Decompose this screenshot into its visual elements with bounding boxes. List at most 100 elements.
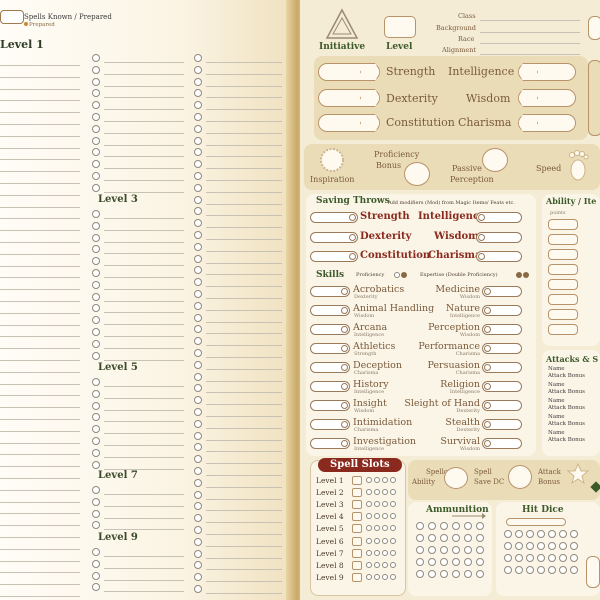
prepared-toggle[interactable] xyxy=(194,443,202,452)
prepared-toggle[interactable] xyxy=(92,65,100,74)
spell-line[interactable] xyxy=(206,581,282,583)
spell-line[interactable] xyxy=(206,475,282,476)
slot-circle[interactable] xyxy=(390,561,396,568)
spell-line[interactable] xyxy=(206,274,282,276)
skill-proficiency-circle[interactable] xyxy=(484,364,491,371)
hit-die-circle[interactable] xyxy=(559,542,567,550)
spell-line[interactable] xyxy=(0,65,80,66)
save-proficiency-circle[interactable] xyxy=(478,253,485,260)
hit-die-circle[interactable] xyxy=(559,554,567,562)
spell-line[interactable] xyxy=(206,392,282,394)
prepared-toggle[interactable] xyxy=(92,269,100,277)
hit-die-circle[interactable] xyxy=(504,530,512,538)
prepared-toggle[interactable] xyxy=(194,561,202,570)
hit-die-circle[interactable] xyxy=(526,542,534,550)
spell-line[interactable] xyxy=(206,557,282,559)
prepared-toggle[interactable] xyxy=(92,521,100,530)
hit-die-circle[interactable] xyxy=(548,554,556,562)
ammo-circle[interactable] xyxy=(416,522,424,530)
ammo-circle[interactable] xyxy=(452,534,460,542)
spell-line[interactable] xyxy=(104,168,184,170)
spell-line[interactable] xyxy=(206,333,282,335)
hit-die-circle[interactable] xyxy=(570,554,578,562)
prepared-toggle[interactable] xyxy=(194,514,202,523)
skill-proficiency-circle[interactable] xyxy=(484,326,491,333)
spell-line[interactable] xyxy=(104,336,184,337)
spell-line[interactable] xyxy=(104,517,184,519)
spell-line[interactable] xyxy=(104,218,184,219)
spell-line[interactable] xyxy=(0,395,80,397)
spell-line[interactable] xyxy=(104,591,184,593)
prepared-toggle[interactable] xyxy=(92,486,100,494)
spell-line[interactable] xyxy=(0,584,80,586)
prepared-toggle[interactable] xyxy=(194,290,202,298)
spell-line[interactable] xyxy=(0,348,80,350)
skill-toggle[interactable] xyxy=(310,419,350,430)
ammo-circle[interactable] xyxy=(416,546,424,554)
prepared-toggle[interactable] xyxy=(194,231,202,239)
prepared-toggle[interactable] xyxy=(194,431,202,440)
skill-toggle[interactable] xyxy=(482,381,522,392)
save-toggle[interactable] xyxy=(476,251,522,262)
prepared-toggle[interactable] xyxy=(92,257,100,266)
prepared-toggle[interactable] xyxy=(194,478,202,487)
hit-die-circle[interactable] xyxy=(570,566,578,574)
prepared-toggle[interactable] xyxy=(92,54,100,62)
spell-line[interactable] xyxy=(0,525,80,527)
spell-line[interactable] xyxy=(206,510,282,512)
spell-line[interactable] xyxy=(104,241,184,243)
hit-die-circle[interactable] xyxy=(570,530,578,538)
spell-line[interactable] xyxy=(206,451,282,453)
spell-line[interactable] xyxy=(0,442,80,444)
prepared-toggle[interactable] xyxy=(194,172,202,180)
prepared-toggle[interactable] xyxy=(194,313,202,322)
prepared-toggle[interactable] xyxy=(92,448,100,457)
prepared-toggle[interactable] xyxy=(194,372,202,381)
spell-line[interactable] xyxy=(0,242,80,243)
slot-total-box[interactable] xyxy=(352,560,362,570)
slot-total-box[interactable] xyxy=(352,476,362,485)
ammo-circle[interactable] xyxy=(428,534,436,542)
prepared-toggle[interactable] xyxy=(194,65,202,74)
hit-die-circle[interactable] xyxy=(526,530,534,538)
prepared-toggle[interactable] xyxy=(92,221,100,230)
skill-proficiency-circle[interactable] xyxy=(484,307,491,314)
save-proficiency-circle[interactable] xyxy=(478,234,485,241)
spell-line[interactable] xyxy=(206,368,282,370)
slot-circle[interactable] xyxy=(390,573,396,580)
prepared-toggle[interactable] xyxy=(194,89,202,98)
save-toggle[interactable] xyxy=(310,251,358,262)
prepared-toggle[interactable] xyxy=(194,502,202,511)
prepared-toggle[interactable] xyxy=(92,548,100,556)
prepared-toggle[interactable] xyxy=(92,101,100,110)
spell-line[interactable] xyxy=(0,171,80,173)
spell-line[interactable] xyxy=(0,489,80,491)
skill-toggle[interactable] xyxy=(310,324,350,335)
spell-line[interactable] xyxy=(206,380,282,382)
hit-die-circle[interactable] xyxy=(504,554,512,562)
skill-toggle[interactable] xyxy=(310,362,350,373)
slot-total-box[interactable] xyxy=(352,548,362,558)
skill-proficiency-circle[interactable] xyxy=(341,288,348,295)
spell-save-input[interactable] xyxy=(508,465,532,489)
spell-line[interactable] xyxy=(0,407,80,409)
prepared-toggle[interactable] xyxy=(194,384,202,393)
ammo-circle[interactable] xyxy=(416,534,424,542)
spell-line[interactable] xyxy=(104,229,184,231)
ammo-circle[interactable] xyxy=(428,570,436,578)
skill-proficiency-circle[interactable] xyxy=(341,383,348,390)
prepared-toggle[interactable] xyxy=(194,360,202,369)
spell-line[interactable] xyxy=(206,85,282,87)
skill-toggle[interactable] xyxy=(482,286,522,297)
ammo-circle[interactable] xyxy=(416,570,424,578)
slot-circle[interactable] xyxy=(390,549,396,556)
ability-item-box[interactable] xyxy=(548,309,578,320)
prepared-toggle[interactable] xyxy=(92,113,100,121)
spell-line[interactable] xyxy=(206,569,282,571)
prepared-toggle[interactable] xyxy=(92,160,100,169)
spell-line[interactable] xyxy=(206,262,282,264)
spell-line[interactable] xyxy=(0,548,80,550)
skill-toggle[interactable] xyxy=(482,419,522,430)
slot-total-box[interactable] xyxy=(352,572,362,582)
prepared-toggle[interactable] xyxy=(92,378,100,386)
